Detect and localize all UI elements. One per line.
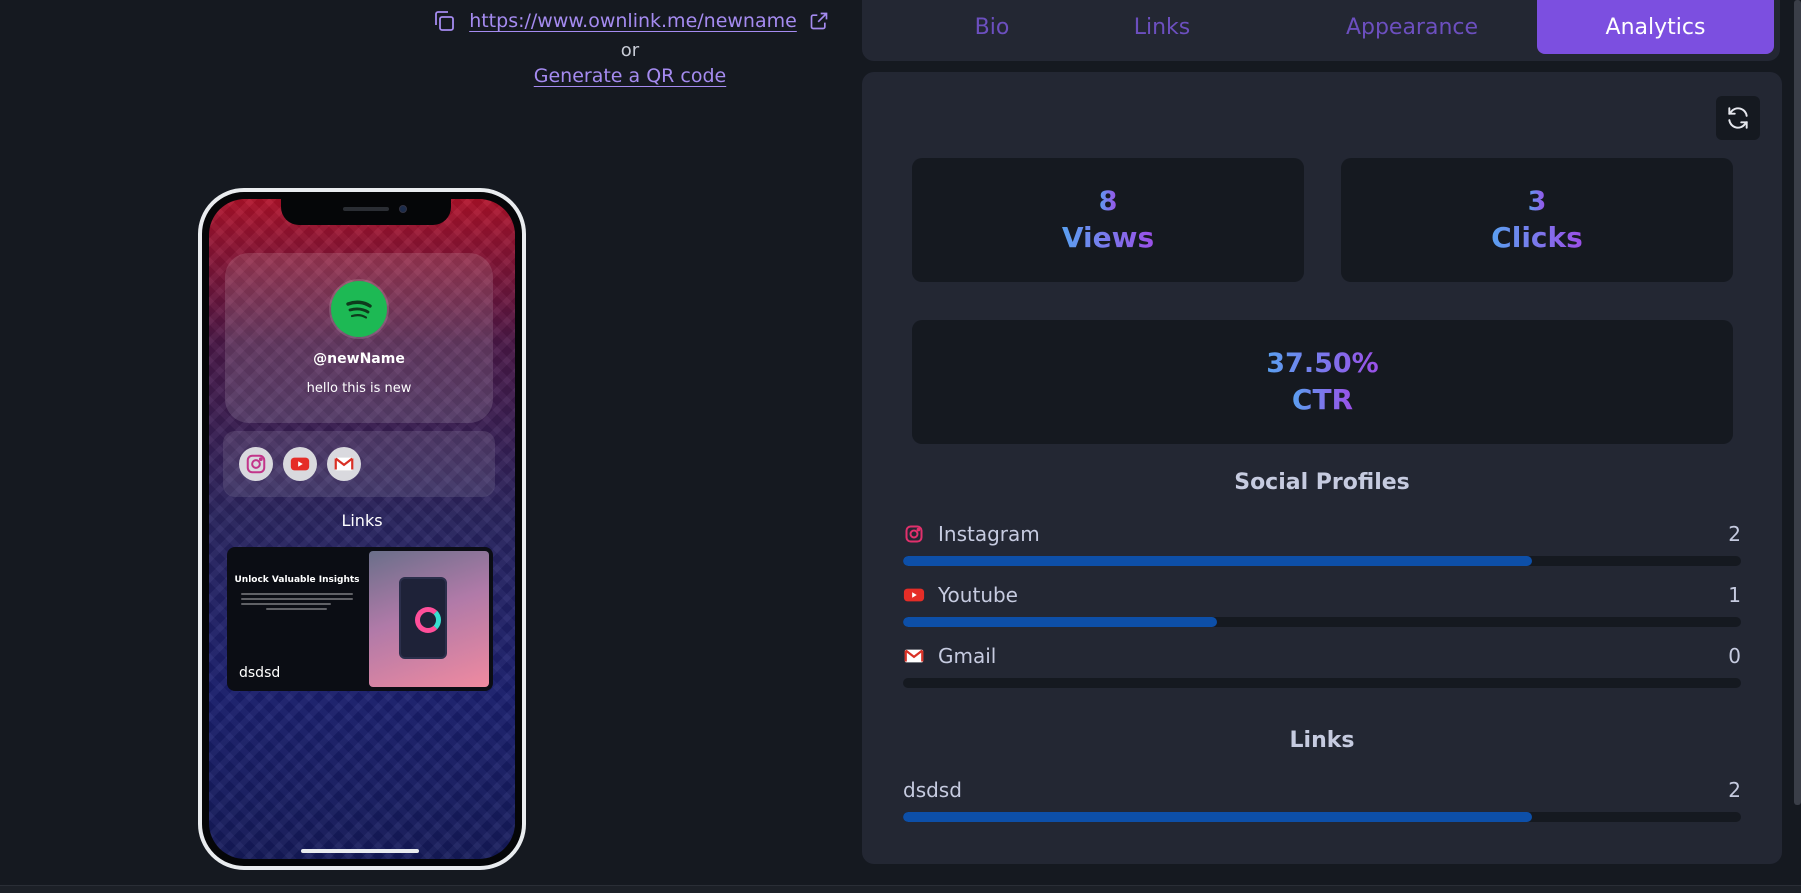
spotify-avatar-icon [331,281,387,337]
tab-bar: Bio Links Appearance Analytics [862,0,1780,61]
tab-bio[interactable]: Bio [922,0,1062,54]
link-row: dsdsd 2 [903,776,1741,822]
ctr-value: 37.50% [1266,346,1378,382]
home-indicator [301,849,419,853]
social-icons-row [223,431,495,497]
link-count: 2 [1728,778,1741,802]
clicks-label: Clicks [1491,221,1583,254]
link-card-label: dsdsd [239,665,281,681]
camera-dot [399,205,407,213]
social-count: 2 [1728,522,1741,546]
views-card: 8 Views [912,158,1304,282]
clicks-card: 3 Clicks [1341,158,1733,282]
link-card-image [369,551,489,687]
phone-preview: @newName hello this is new Links Unlock … [198,188,526,870]
gmail-icon[interactable] [327,447,361,481]
profile-bio: hello this is new [306,381,412,396]
social-count: 0 [1728,644,1741,668]
copy-icon[interactable] [431,8,457,34]
social-name: Youtube [938,583,1018,607]
refresh-icon [1728,107,1748,129]
profile-url-link[interactable]: https://www.ownlink.me/newname [469,10,797,32]
social-row-gmail: Gmail 0 [903,642,1741,688]
profile-handle: @newName [313,351,405,367]
phone-notch [281,199,451,225]
social-name: Instagram [938,522,1040,546]
link-card-thumb-lines [241,593,353,610]
refresh-button[interactable] [1716,96,1760,140]
instagram-icon[interactable] [239,447,273,481]
or-text: or [620,40,640,61]
gmail-icon [903,645,925,667]
share-section: https://www.ownlink.me/newname or Genera… [430,6,830,87]
preview-link-card[interactable]: Unlock Valuable Insights dsdsd [227,547,493,691]
ctr-card: 37.50% CTR [912,320,1733,444]
tab-appearance[interactable]: Appearance [1302,0,1522,54]
preview-links-title: Links [341,511,383,530]
views-value: 8 [1099,184,1118,220]
url-row: https://www.ownlink.me/newname [430,6,830,36]
analytics-panel: 8 Views 3 Clicks 37.50% CTR Social Profi… [862,72,1782,864]
social-row-youtube: Youtube 1 [903,581,1741,627]
social-profiles-title: Social Profiles [1234,470,1410,495]
app-root: https://www.ownlink.me/newname or Genera… [0,0,1801,893]
youtube-icon [903,584,925,606]
youtube-icon[interactable] [283,447,317,481]
social-bar-fill [903,556,1532,566]
external-link-icon[interactable] [809,11,829,31]
social-row-instagram: Instagram 2 [903,520,1741,566]
speaker-grille [343,207,389,211]
ctr-label: CTR [1291,383,1354,416]
link-card-thumb-heading: Unlock Valuable Insights [234,575,360,585]
social-bar-fill [903,617,1218,627]
social-count: 1 [1728,583,1741,607]
profile-card: @newName hello this is new [225,253,493,423]
social-name: Gmail [938,644,997,668]
tab-analytics[interactable]: Analytics [1537,0,1774,54]
tab-links[interactable]: Links [1082,0,1242,54]
generate-qr-link[interactable]: Generate a QR code [534,65,726,87]
clicks-value: 3 [1528,184,1547,220]
link-bar-track [903,812,1741,822]
instagram-icon [903,523,925,545]
social-bar-track [903,678,1741,688]
link-bar-fill [903,812,1532,822]
social-bar-track [903,617,1741,627]
page-scrollbar[interactable] [1794,0,1801,805]
social-bar-track [903,556,1741,566]
links-section-title: Links [1289,728,1355,753]
views-label: Views [1061,221,1155,254]
bottom-edge [0,885,1801,893]
phone-screen: @newName hello this is new Links Unlock … [209,199,515,859]
link-name: dsdsd [903,778,962,802]
